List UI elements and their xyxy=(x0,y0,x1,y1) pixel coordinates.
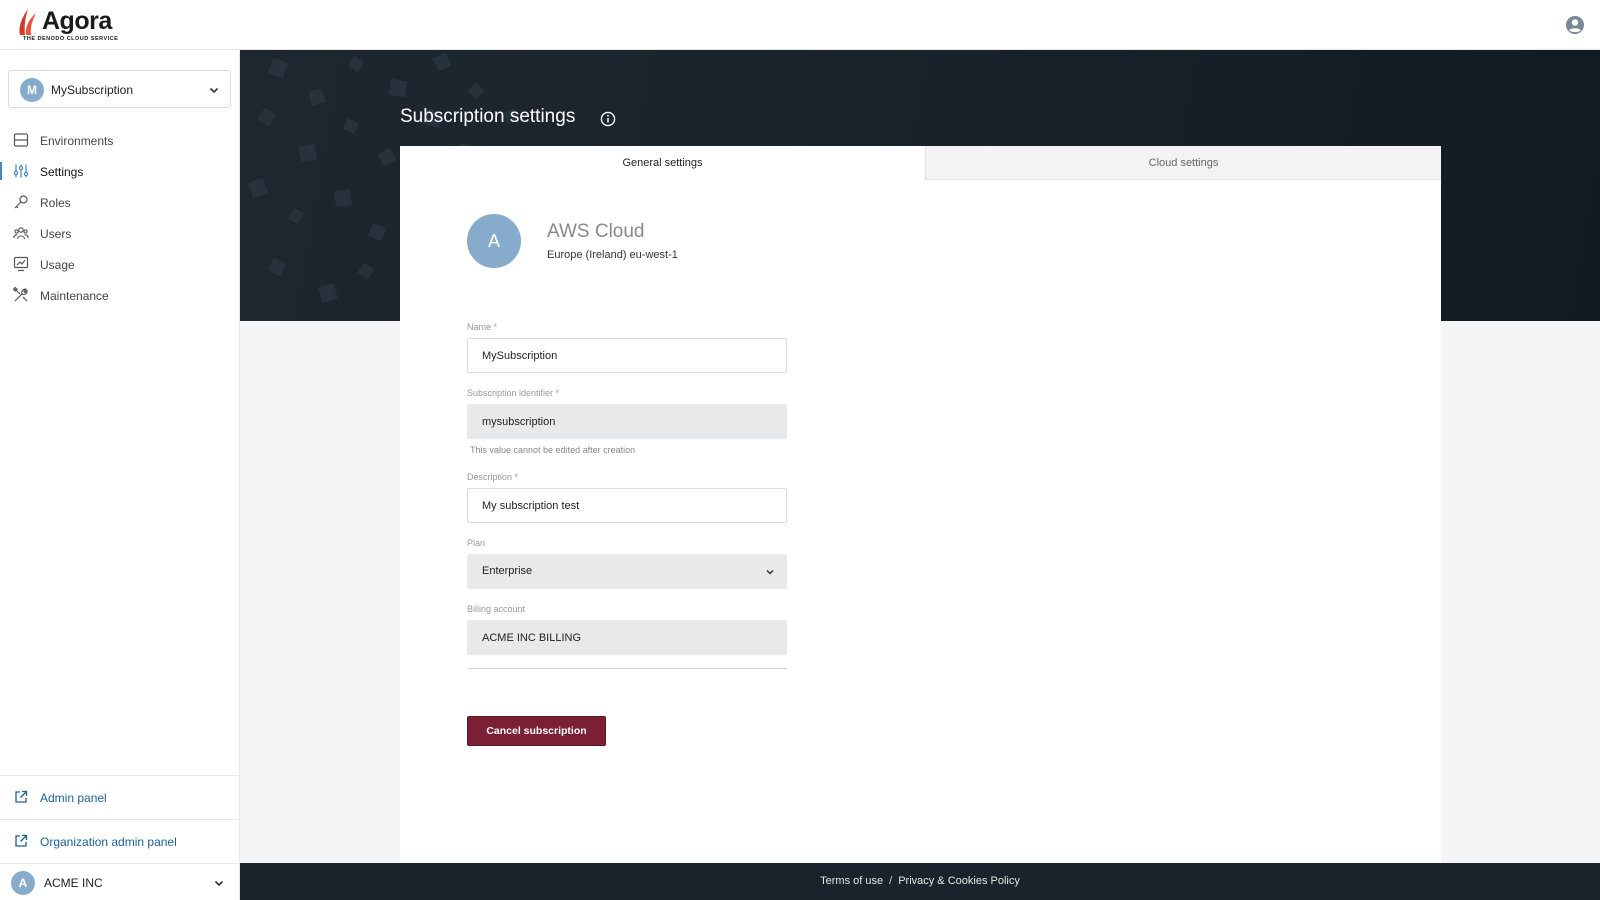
form-divider xyxy=(467,668,787,669)
organization-name: ACME INC xyxy=(44,876,103,890)
chart-icon xyxy=(13,256,29,272)
chevron-down-icon xyxy=(766,569,774,575)
plan-select[interactable]: Enterprise xyxy=(467,554,787,589)
sidebar-item-label: Environments xyxy=(40,134,114,148)
plan-label: Plan xyxy=(467,538,486,548)
description-label: Description * xyxy=(467,472,519,482)
plan-selected-value: Enterprise xyxy=(482,565,533,577)
billing-account-input xyxy=(467,620,787,655)
chevron-down-icon xyxy=(209,87,219,94)
user-circle-icon[interactable] xyxy=(1565,15,1585,35)
page-title: Subscription settings xyxy=(400,106,576,127)
tab-cloud-settings[interactable]: Cloud settings xyxy=(925,146,1441,180)
name-label: Name * xyxy=(467,322,498,332)
sidebar-item-maintenance[interactable]: Maintenance xyxy=(0,280,239,311)
organization-admin-panel-label: Organization admin panel xyxy=(40,835,177,849)
top-bar: Agora THE DENODO CLOUD SERVICE xyxy=(0,0,1600,50)
external-link-icon xyxy=(15,790,28,803)
sidebar-item-label: Roles xyxy=(40,196,71,210)
sidebar-item-settings[interactable]: Settings xyxy=(0,156,239,187)
name-input[interactable] xyxy=(467,338,787,373)
logo-text: Agora xyxy=(42,7,112,35)
cloud-avatar: A xyxy=(467,214,521,268)
sidebar-item-label: Maintenance xyxy=(40,289,109,303)
sidebar-item-users[interactable]: Users xyxy=(0,218,239,249)
key-icon xyxy=(14,195,28,209)
chevron-down-icon xyxy=(214,880,224,887)
settings-card: General settings Cloud settings A AWS Cl… xyxy=(400,146,1441,863)
sidebar-item-environments[interactable]: Environments xyxy=(0,125,239,156)
server-icon xyxy=(13,133,29,147)
sidebar-item-label: Settings xyxy=(40,165,84,179)
organization-selector[interactable]: A ACME INC xyxy=(0,863,239,900)
subscription-identifier-label: Subscription identifier * xyxy=(467,388,560,398)
tools-icon xyxy=(13,287,28,302)
logo-tagline: THE DENODO CLOUD SERVICE xyxy=(23,36,119,42)
sidebar: M MySubscription Environments Settings R… xyxy=(0,50,240,900)
sidebar-item-usage[interactable]: Usage xyxy=(0,249,239,280)
sidebar-item-label: Users xyxy=(40,227,72,241)
subscription-name: MySubscription xyxy=(51,83,134,97)
footer-separator: / xyxy=(889,875,893,887)
footer: Terms of use / Privacy & Cookies Policy xyxy=(240,863,1600,900)
subscription-identifier-input xyxy=(467,404,787,439)
cloud-name: AWS Cloud xyxy=(547,221,645,242)
privacy-policy-link[interactable]: Privacy & Cookies Policy xyxy=(898,875,1020,887)
cancel-subscription-button[interactable]: Cancel subscription xyxy=(467,716,606,746)
info-icon[interactable] xyxy=(600,111,616,127)
external-link-icon xyxy=(15,834,28,847)
admin-panel-link[interactable]: Admin panel xyxy=(0,775,239,819)
sidebar-item-label: Usage xyxy=(40,258,75,272)
subscription-selector[interactable]: M MySubscription xyxy=(8,70,231,108)
agora-logo[interactable]: Agora THE DENODO CLOUD SERVICE xyxy=(14,5,134,45)
organization-avatar: A xyxy=(11,871,35,895)
identifier-hint: This value cannot be edited after creati… xyxy=(470,445,636,455)
tab-general-settings[interactable]: General settings xyxy=(400,146,925,180)
settings-tabs: General settings Cloud settings xyxy=(400,146,1441,180)
sidebar-item-roles[interactable]: Roles xyxy=(0,187,239,218)
admin-panel-label: Admin panel xyxy=(40,791,107,805)
sidebar-nav: Environments Settings Roles Users Usage … xyxy=(0,125,239,311)
logo-flame-icon xyxy=(19,9,36,35)
cloud-region: Europe (Ireland) eu-west-1 xyxy=(547,249,678,261)
terms-of-use-link[interactable]: Terms of use xyxy=(820,875,883,887)
users-icon xyxy=(13,227,29,240)
sliders-icon xyxy=(13,164,29,178)
billing-account-label: Billing account xyxy=(467,604,526,614)
subscription-avatar: M xyxy=(20,78,44,102)
organization-admin-panel-link[interactable]: Organization admin panel xyxy=(0,819,239,863)
description-input[interactable] xyxy=(467,488,787,523)
